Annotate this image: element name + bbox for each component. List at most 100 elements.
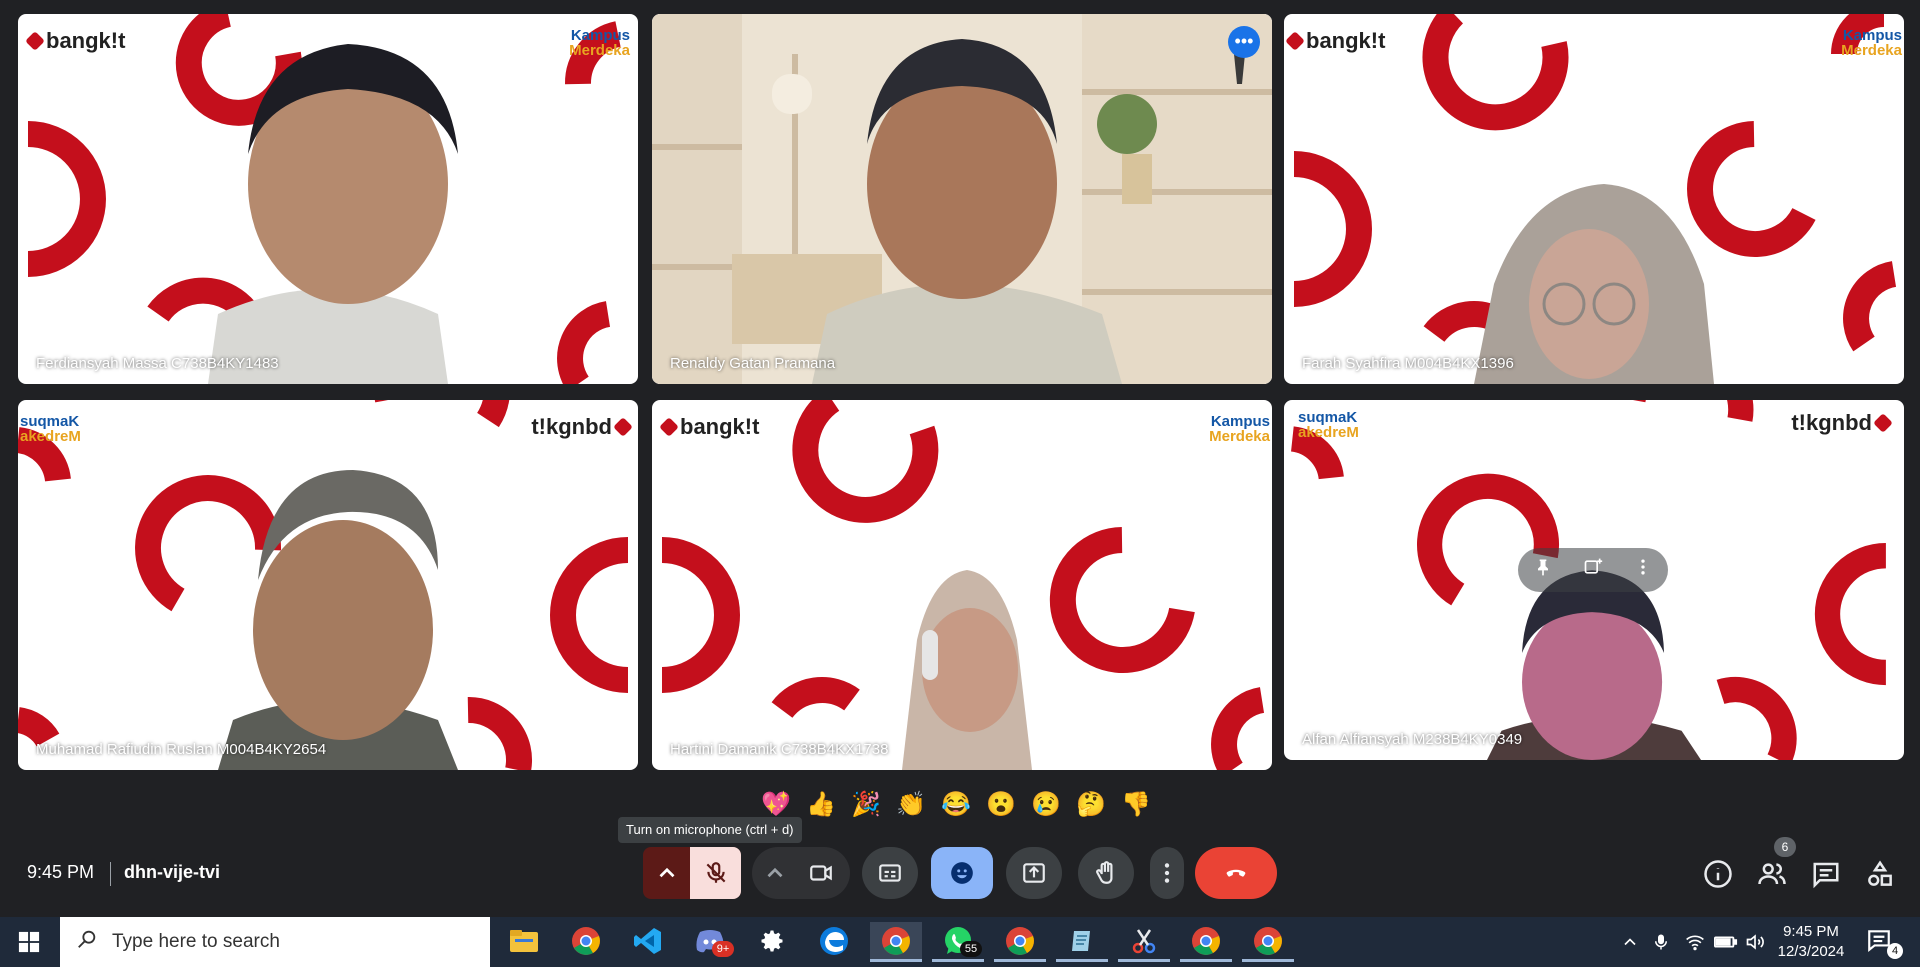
taskbar-notepad[interactable]	[1056, 922, 1108, 962]
leave-call-button[interactable]	[1195, 847, 1277, 899]
edge-icon	[820, 926, 848, 955]
participant-name: Alfan Alfiansyah M238B4KY0349	[1302, 731, 1523, 748]
microphone-tray-icon[interactable]	[1652, 917, 1670, 967]
participant-tile[interactable]: bangk!t Kampus Merdeka Hartini Damanik C7…	[652, 400, 1272, 770]
taskbar-settings[interactable]	[746, 922, 798, 962]
speaker-icon	[1746, 934, 1764, 950]
people-count-badge: 6	[1774, 837, 1796, 857]
reaction-party[interactable]: 🎉	[846, 785, 886, 825]
chevron-up-icon	[1624, 938, 1636, 946]
taskbar-discord[interactable]: 9+	[684, 922, 736, 962]
taskbar-chrome[interactable]	[560, 922, 612, 962]
reaction-surprised[interactable]: 😮	[981, 785, 1021, 825]
taskbar-edge[interactable]	[808, 922, 860, 962]
mic-toggle-button[interactable]	[690, 847, 741, 899]
participant-tile[interactable]: bangk!t Kampus Merdeka Ferdiansyah Massa …	[18, 14, 638, 384]
folder-icon	[510, 929, 538, 952]
tile-more-options-button[interactable]: •••	[1228, 26, 1260, 58]
add-to-frame-icon[interactable]	[1583, 557, 1603, 583]
taskbar-vscode[interactable]	[622, 922, 674, 962]
chrome-icon	[1192, 926, 1220, 955]
participant-name: Hartini Damanik C738B4KX1738	[670, 741, 889, 758]
notepad-icon	[1072, 930, 1090, 951]
participant-tile[interactable]: suqmaK akedreM t!kgnbd Alfan Alfiansyah M…	[1284, 400, 1904, 760]
taskbar-chrome-profile-a[interactable]	[870, 922, 922, 962]
meeting-details-button[interactable]	[1703, 859, 1733, 889]
activities-icon	[1868, 860, 1892, 886]
tile-hover-controls	[1518, 548, 1668, 592]
video-options-button[interactable]	[755, 860, 795, 886]
taskbar-chrome-profile-a2[interactable]	[1180, 922, 1232, 962]
wifi-icon	[1686, 935, 1704, 951]
captions-icon	[879, 864, 901, 882]
taskbar-chrome-profile[interactable]	[994, 922, 1046, 962]
camera-icon	[810, 865, 832, 881]
windows-taskbar: Type here to search 9+ 55 9:45 PM 12/3/2…	[0, 917, 1920, 967]
microphone-icon	[1655, 934, 1667, 950]
reaction-thumbs-up[interactable]: 👍	[801, 785, 841, 825]
present-icon	[1023, 863, 1045, 883]
emoji-icon	[951, 862, 973, 884]
chat-icon	[1813, 862, 1839, 889]
discord-badge: 9+	[712, 941, 734, 957]
clock-date: 12/3/2024	[1777, 943, 1845, 960]
reaction-sad[interactable]: 😢	[1026, 785, 1066, 825]
participant-tile[interactable]: ••• Renaldy Gatan Pramana	[652, 14, 1272, 384]
taskbar-whatsapp[interactable]: 55	[932, 922, 984, 962]
participant-video	[812, 39, 1122, 384]
volume-tray-icon[interactable]	[1744, 917, 1766, 967]
taskbar-clock[interactable]: 9:45 PM 12/3/2024	[1766, 922, 1856, 962]
battery-tray-icon[interactable]	[1714, 917, 1738, 967]
vscode-icon	[634, 927, 661, 954]
chevron-up-icon	[659, 867, 674, 878]
chrome-icon	[1254, 926, 1282, 955]
present-button[interactable]	[1006, 847, 1062, 899]
chat-button[interactable]	[1811, 859, 1841, 889]
activities-button[interactable]	[1865, 859, 1895, 889]
mic-tooltip: Turn on microphone (ctrl + d)	[618, 817, 802, 843]
taskbar-snipping-tool[interactable]	[1118, 922, 1170, 962]
search-placeholder: Type here to search	[112, 931, 280, 952]
start-button[interactable]	[0, 917, 58, 967]
meeting-code: dhn-vije-tvi	[124, 862, 221, 882]
reaction-clap[interactable]: 👏	[891, 785, 931, 825]
participant-tile[interactable]: suqmaK akedreM t!kgnbd Muhamad Rafiudin R…	[18, 400, 638, 770]
show-hidden-icons-button[interactable]	[1620, 917, 1640, 967]
people-button[interactable]	[1757, 859, 1787, 889]
taskbar-file-explorer[interactable]	[498, 922, 550, 962]
battery-icon	[1714, 936, 1738, 948]
meeting-time: 9:45 PM	[27, 862, 95, 882]
audio-options-button[interactable]	[643, 847, 690, 899]
gear-icon	[761, 930, 783, 951]
network-tray-icon[interactable]	[1684, 917, 1706, 967]
mic-off-icon	[706, 862, 725, 883]
raise-hand-button[interactable]	[1078, 847, 1134, 899]
taskbar-chrome-profile-a3[interactable]	[1242, 922, 1294, 962]
windows-icon	[18, 931, 40, 953]
people-icon	[1758, 863, 1786, 885]
pin-icon[interactable]	[1533, 557, 1553, 583]
reactions-button[interactable]	[931, 847, 993, 899]
reaction-thinking[interactable]: 🤔	[1071, 785, 1111, 825]
more-vert-icon	[1164, 863, 1170, 883]
chevron-up-icon	[767, 867, 783, 878]
participant-tile[interactable]: bangk!t Kampus Merdeka Farah Syahfira M00…	[1284, 14, 1904, 384]
whatsapp-badge: 55	[960, 941, 982, 957]
mic-control-group	[643, 847, 741, 899]
participant-video	[208, 44, 458, 384]
reaction-thumbs-down[interactable]: 👎	[1116, 785, 1156, 825]
notification-count-badge: 4	[1887, 943, 1903, 959]
taskbar-search[interactable]: Type here to search	[60, 917, 490, 967]
search-icon	[76, 928, 98, 956]
hand-icon	[1096, 861, 1113, 884]
more-vert-icon[interactable]	[1633, 557, 1653, 583]
reaction-laugh[interactable]: 😂	[936, 785, 976, 825]
participant-name: Renaldy Gatan Pramana	[670, 355, 836, 372]
call-end-icon	[1226, 869, 1246, 877]
captions-button[interactable]	[862, 847, 918, 899]
divider	[110, 862, 111, 886]
participant-name: Ferdiansyah Massa C738B4KY1483	[36, 355, 279, 372]
more-options-button[interactable]	[1150, 847, 1184, 899]
participant-name: Farah Syahfira M004B4KX1396	[1302, 355, 1514, 372]
camera-toggle-button[interactable]	[795, 860, 847, 886]
